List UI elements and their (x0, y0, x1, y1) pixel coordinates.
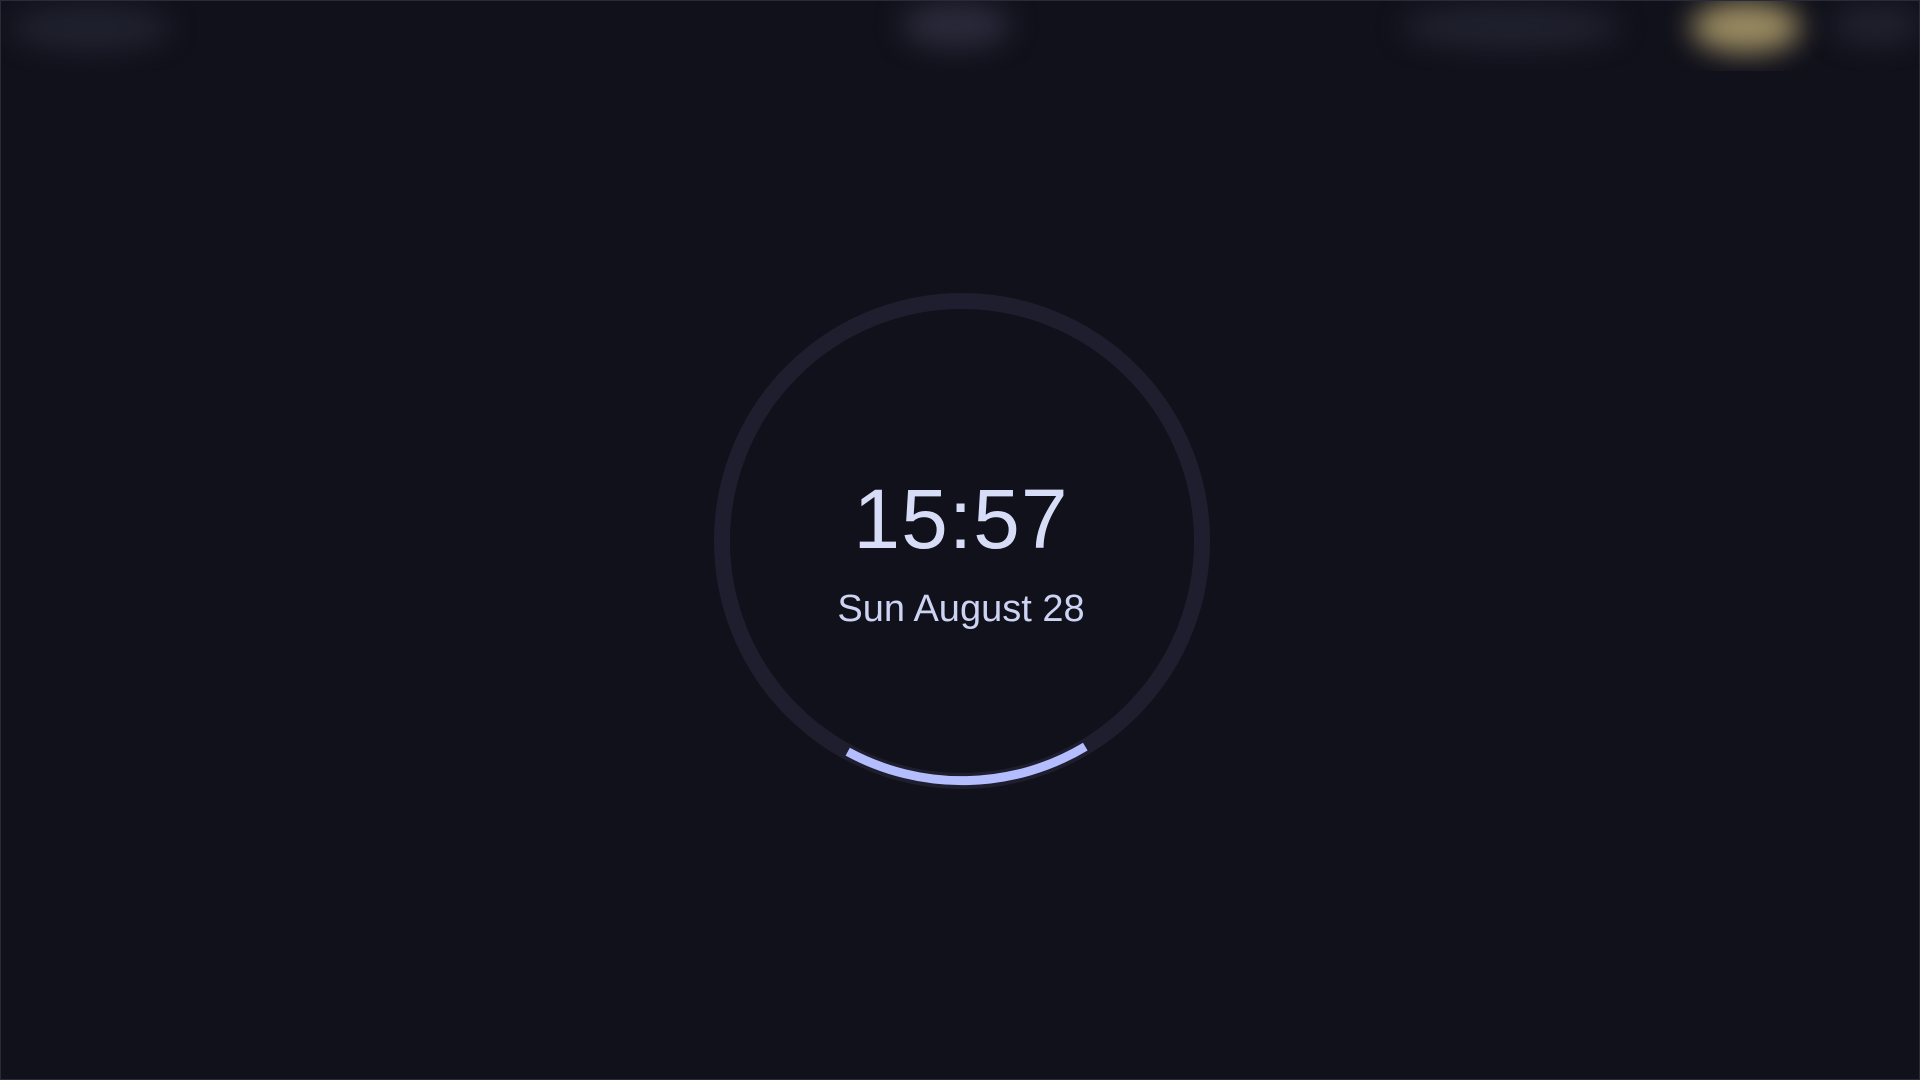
lockscreen: 15:57 Sun August 28 (0, 0, 1920, 1080)
clock-date: Sun August 28 (837, 588, 1085, 630)
clock-time: 15:57 (853, 472, 1069, 566)
